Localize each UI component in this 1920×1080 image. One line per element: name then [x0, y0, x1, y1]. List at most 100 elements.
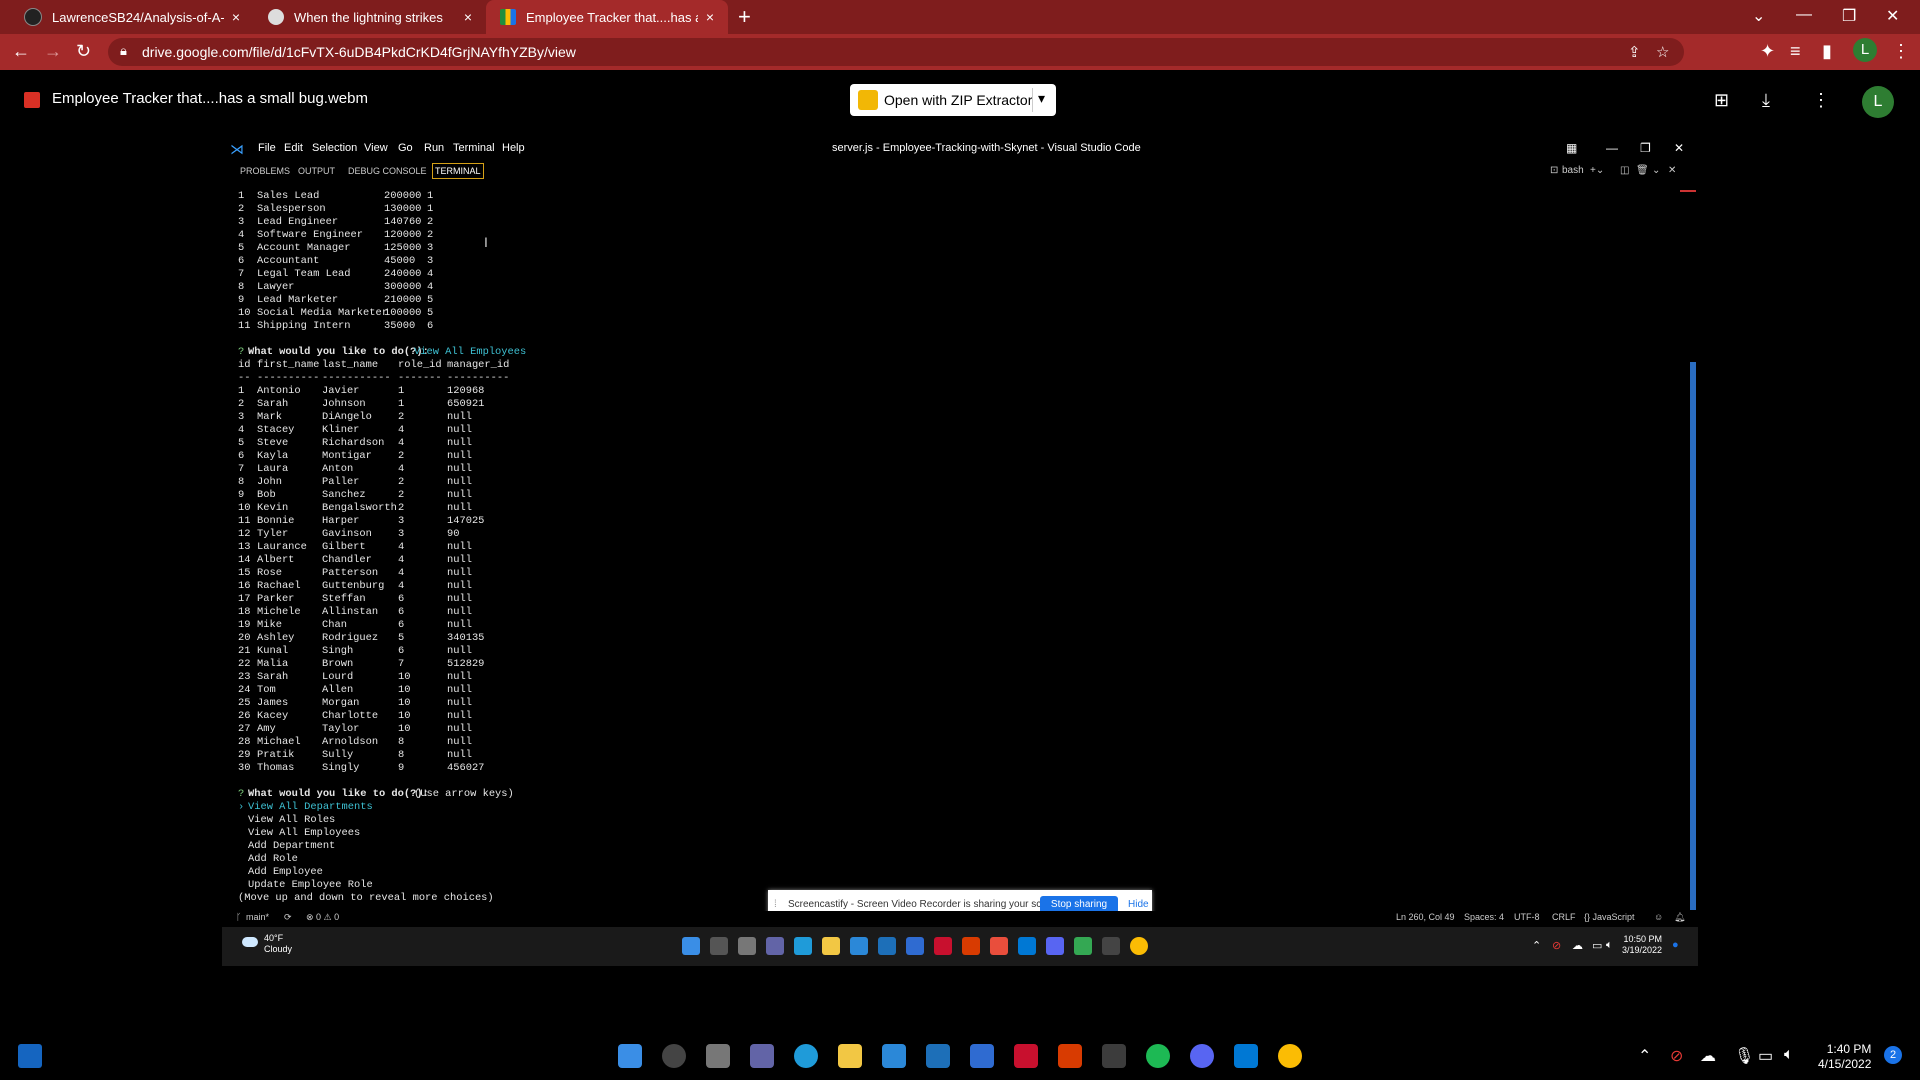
menu-run[interactable]: Run — [424, 142, 444, 154]
hide-button[interactable]: Hide — [1128, 899, 1149, 910]
discord-icon[interactable] — [1190, 1044, 1214, 1068]
volume-icon[interactable]: 🔈︎ — [1606, 939, 1613, 952]
chevron-down-icon[interactable]: ▾ — [1038, 90, 1045, 107]
tab-debug-console[interactable]: DEBUG CONSOLE — [348, 166, 427, 176]
recorded-clock[interactable]: 10:50 PM 3/19/2022 — [1622, 934, 1662, 956]
menu-go[interactable]: Go — [398, 142, 413, 154]
teams-chat-icon[interactable] — [750, 1044, 774, 1068]
menu-option[interactable]: Add Role — [238, 853, 1678, 866]
bookmark-star-icon[interactable]: ☆ — [1656, 43, 1669, 61]
chrome-menu-icon[interactable]: ⋮ — [1892, 41, 1910, 62]
reload-icon[interactable]: ↻ — [76, 41, 91, 62]
new-terminal-icon[interactable]: +⌄ — [1590, 165, 1604, 176]
side-panel-icon[interactable]: ▮ — [1822, 41, 1832, 62]
open-with-button[interactable]: Open with ZIP Extractor ▾ — [850, 84, 1056, 116]
restore-icon[interactable]: ❐ — [1640, 141, 1651, 155]
back-icon[interactable]: ← — [12, 41, 30, 62]
cursor-position[interactable]: Ln 260, Col 49 — [1396, 912, 1455, 922]
terminal-output[interactable]: 1 Sales Lead 200000 1 2 Salesperson 130000 1 3 Le… — [238, 190, 1678, 910]
microphone-icon[interactable]: 🎙︎ — [1734, 1046, 1754, 1066]
system-clock[interactable]: 1:40 PM 4/15/2022 — [1818, 1042, 1871, 1072]
spotify-icon[interactable] — [1146, 1044, 1170, 1068]
split-terminal-icon[interactable]: ◫ — [1620, 165, 1629, 176]
chrome-icon[interactable] — [1278, 1044, 1302, 1068]
language-mode[interactable]: {} JavaScript — [1584, 912, 1635, 922]
vscode-taskbar-icon[interactable] — [1018, 937, 1036, 955]
menu-option[interactable]: Add Department — [238, 840, 1678, 853]
extensions-icon[interactable]: ✦ — [1760, 41, 1775, 62]
feedback-icon[interactable]: ☺ — [1654, 912, 1663, 922]
restore-icon[interactable]: ❐ — [1842, 6, 1856, 26]
git-branch[interactable]: main* — [246, 912, 269, 922]
layout-icon[interactable]: ▦ — [1566, 141, 1577, 155]
shell-label[interactable]: bash — [1562, 165, 1584, 176]
discord-icon[interactable] — [1046, 937, 1064, 955]
chevron-down-icon[interactable]: ⌄ — [1652, 165, 1660, 176]
tab-problems[interactable]: PROBLEMS — [240, 166, 290, 176]
close-window-icon[interactable]: ✕ — [1674, 141, 1684, 155]
file-explorer-icon[interactable] — [838, 1044, 862, 1068]
chevron-up-icon[interactable]: ⌃ — [1638, 1046, 1651, 1066]
menu-file[interactable]: File — [258, 142, 276, 154]
office-icon[interactable] — [1058, 1044, 1082, 1068]
menu-view[interactable]: View — [364, 142, 388, 154]
teams-chat-icon[interactable] — [766, 937, 784, 955]
tab-search-icon[interactable]: ⌄ — [1752, 6, 1765, 26]
office-icon[interactable] — [962, 937, 980, 955]
browser-tab-github[interactable]: LawrenceSB24/Analysis-of-A-We × — [10, 0, 254, 34]
notification-icon[interactable]: ● — [1672, 939, 1679, 951]
minimize-icon[interactable]: — — [1606, 141, 1618, 155]
browser-tab-drive[interactable]: Employee Tracker that....has a sm × — [486, 0, 728, 34]
notification-badge[interactable]: 2 — [1884, 1046, 1902, 1064]
menu-option-selected[interactable]: › View All Departments — [238, 801, 1678, 814]
browser-tab-lightning[interactable]: When the lightning strikes × — [254, 0, 486, 34]
add-comment-icon[interactable]: ⊞ — [1714, 90, 1729, 111]
volume-icon[interactable]: 🔈︎ — [1784, 1046, 1794, 1064]
vscode-taskbar-icon[interactable] — [1234, 1044, 1258, 1068]
menu-option[interactable]: Add Employee — [238, 866, 1678, 879]
close-tab-icon[interactable]: × — [464, 9, 472, 25]
tab-output[interactable]: OUTPUT — [298, 166, 335, 176]
edge-icon[interactable] — [794, 1044, 818, 1068]
mail-icon[interactable] — [926, 1044, 950, 1068]
store-icon[interactable] — [882, 1044, 906, 1068]
mcafee-icon[interactable] — [1014, 1044, 1038, 1068]
share-icon[interactable]: ⇪ — [1628, 43, 1641, 61]
forward-icon[interactable]: → — [44, 41, 62, 62]
download-icon[interactable]: ⤓ — [1762, 90, 1770, 111]
menu-help[interactable]: Help — [502, 142, 525, 154]
close-tab-icon[interactable]: × — [706, 9, 714, 25]
onedrive-icon[interactable]: ☁ — [1572, 939, 1583, 952]
minimize-icon[interactable]: — — [1796, 6, 1812, 24]
network-icon[interactable]: ▭ — [1758, 1046, 1773, 1066]
chrome-icon[interactable] — [1130, 937, 1148, 955]
menu-option[interactable]: View All Employees — [238, 827, 1678, 840]
antivirus-icon[interactable]: ⊘ — [1552, 939, 1561, 952]
indentation[interactable]: Spaces: 4 — [1464, 912, 1504, 922]
store-icon[interactable] — [850, 937, 868, 955]
reading-list-icon[interactable]: ≡ — [1790, 41, 1801, 62]
close-tab-icon[interactable]: × — [232, 9, 240, 25]
chrome-profile-icon[interactable] — [1074, 937, 1092, 955]
network-icon[interactable]: ▭ — [1592, 939, 1602, 952]
menu-option[interactable]: View All Roles — [238, 814, 1678, 827]
close-panel-icon[interactable]: ✕ — [1668, 165, 1676, 176]
menu-terminal[interactable]: Terminal — [453, 142, 495, 154]
mcafee-icon[interactable] — [934, 937, 952, 955]
windows-start-icon[interactable] — [618, 1044, 642, 1068]
onedrive-icon[interactable]: ☁ — [1700, 1046, 1716, 1066]
search-icon[interactable] — [710, 937, 728, 955]
bell-icon[interactable]: 🔔︎ — [1674, 912, 1685, 923]
task-view-icon[interactable] — [738, 937, 756, 955]
task-view-icon[interactable] — [706, 1044, 730, 1068]
snipping-tool-icon[interactable] — [1102, 937, 1120, 955]
edge-icon[interactable] — [794, 937, 812, 955]
widgets-icon[interactable] — [18, 1044, 42, 1068]
drag-handle-icon[interactable]: ⁞ — [774, 899, 777, 910]
file-explorer-icon[interactable] — [822, 937, 840, 955]
line-ending[interactable]: CRLF — [1552, 912, 1576, 922]
profile-avatar[interactable]: L — [1853, 38, 1877, 62]
search-icon[interactable] — [662, 1044, 686, 1068]
windows-start-icon[interactable] — [682, 937, 700, 955]
snipping-tool-icon[interactable] — [1102, 1044, 1126, 1068]
